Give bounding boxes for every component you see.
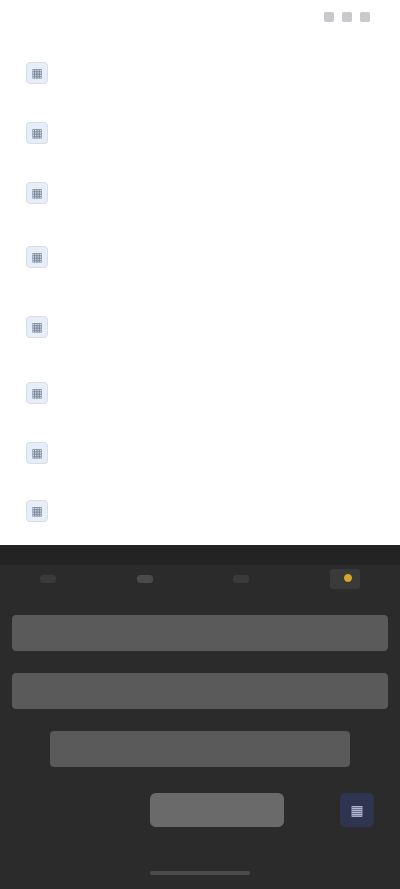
- list-item[interactable]: ▦: [0, 368, 400, 428]
- sheet-option-3[interactable]: [50, 731, 350, 767]
- sheet-option-2[interactable]: [12, 673, 388, 709]
- home-indicator: [150, 871, 250, 875]
- status-dot-icon: [343, 574, 352, 582]
- list-item[interactable]: ▦: [0, 168, 400, 228]
- wifi-icon: [342, 12, 352, 22]
- app-icon: ▦: [26, 182, 48, 204]
- list-item[interactable]: ▦: [0, 302, 400, 362]
- list-item[interactable]: ▦: [0, 428, 400, 488]
- app-icon: ▦: [26, 246, 48, 268]
- app-icon: ▦: [26, 442, 48, 464]
- status-icons: [324, 12, 378, 22]
- status-bar: [0, 0, 400, 34]
- grid-icon[interactable]: ▦: [340, 793, 374, 827]
- list-item[interactable]: ▦: [0, 232, 400, 292]
- app-icon: ▦: [26, 122, 48, 144]
- list-item[interactable]: ▦: [0, 48, 400, 108]
- tab-2[interactable]: [136, 575, 153, 583]
- app-icon: ▦: [26, 500, 48, 522]
- sheet-option-1[interactable]: [12, 615, 388, 651]
- app-icon: ▦: [26, 382, 48, 404]
- tab-3[interactable]: [233, 575, 250, 583]
- tab-1[interactable]: [40, 575, 56, 583]
- primary-button[interactable]: [150, 793, 284, 827]
- sheet-handle-area: [0, 545, 400, 565]
- bottom-sheet: ▦: [0, 545, 400, 889]
- signal-icon: [324, 12, 334, 22]
- sheet-tabbar: [40, 567, 360, 591]
- tab-4[interactable]: [329, 569, 360, 589]
- battery-icon: [360, 12, 370, 22]
- list-item[interactable]: ▦: [0, 486, 400, 546]
- app-icon: ▦: [26, 62, 48, 84]
- list-item[interactable]: ▦: [0, 108, 400, 168]
- app-icon: ▦: [26, 316, 48, 338]
